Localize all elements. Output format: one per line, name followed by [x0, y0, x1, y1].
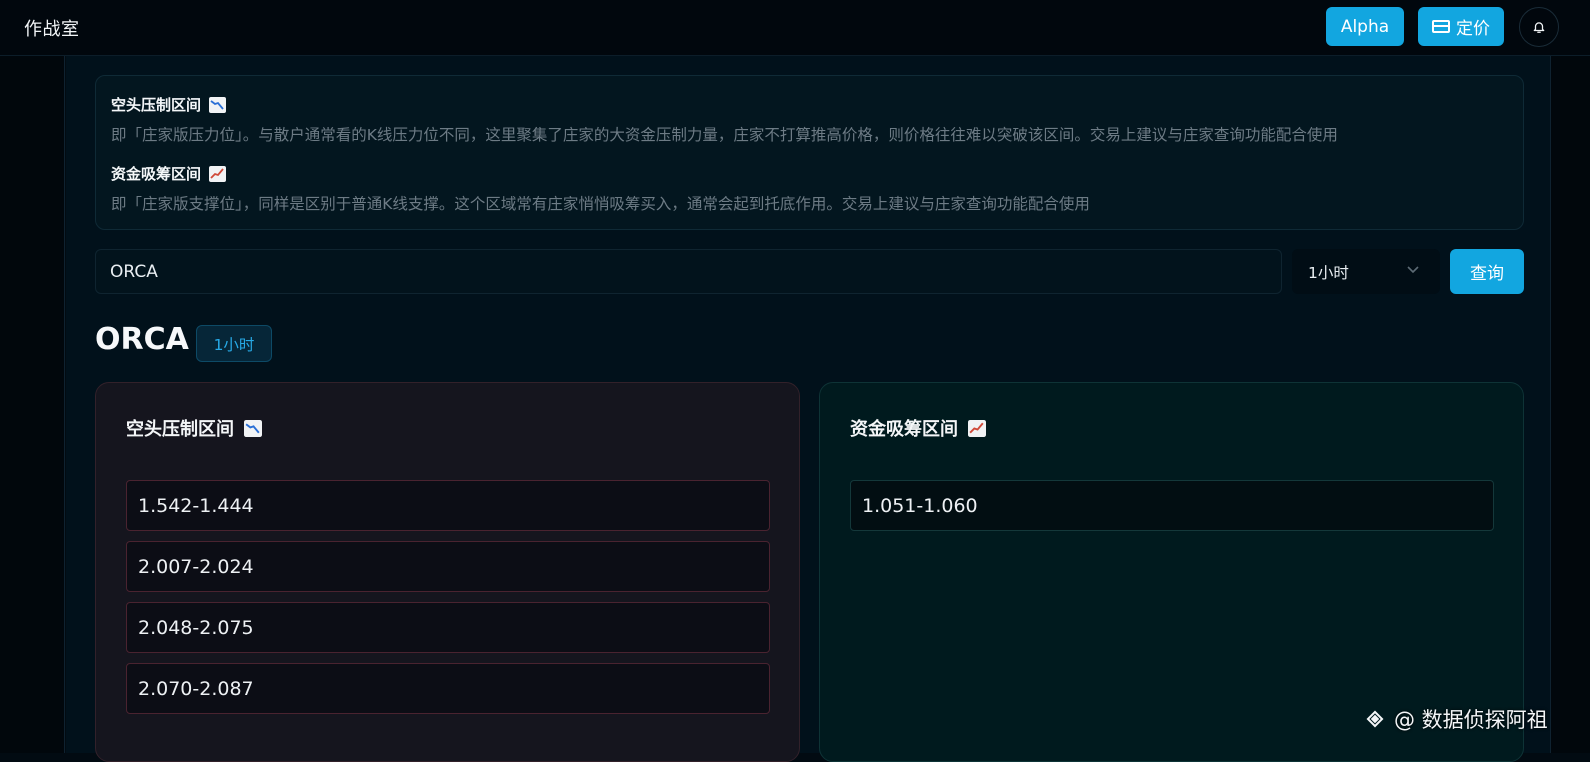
- query-button[interactable]: 查询: [1450, 249, 1524, 294]
- chart-decreasing-icon: [244, 419, 262, 437]
- result-symbol-title: ORCA: [95, 322, 189, 357]
- chart-increasing-icon: [968, 419, 986, 437]
- timeframe-badge: 1小时: [196, 325, 272, 362]
- short-zone-heading-text: 空头压制区间: [111, 96, 202, 114]
- chart-increasing-icon: [209, 165, 227, 182]
- alpha-button[interactable]: Alpha: [1326, 7, 1404, 46]
- timeframe-select[interactable]: 1小时: [1292, 249, 1440, 294]
- watermark: @ 数据侦探阿祖: [1362, 704, 1548, 734]
- short-zone-row: 2.007-2.024: [126, 541, 770, 592]
- long-zone-description: 即「庄家版支撑位」，同样是区别于普通K线支撑。这个区域常有庄家悄悄吸筹买入，通常…: [111, 195, 1090, 213]
- right-gutter: [1550, 56, 1590, 753]
- notification-button[interactable]: [1519, 7, 1559, 47]
- app-title: 作战室: [24, 19, 80, 40]
- pricing-button[interactable]: 定价: [1418, 7, 1504, 46]
- long-card-title: 资金吸筹区间: [850, 415, 986, 441]
- short-card-title-text: 空头压制区间: [126, 419, 234, 440]
- pricing-button-label: 定价: [1456, 19, 1490, 39]
- zone-explanation-panel: 空头压制区间 即「庄家版压力位」。与散户通常看的K线压力位不同，这里聚集了庄家的…: [95, 75, 1524, 230]
- short-zone-description: 即「庄家版压力位」。与散户通常看的K线压力位不同，这里聚集了庄家的大资金压制力量…: [111, 126, 1338, 144]
- long-zone-heading-text: 资金吸筹区间: [111, 165, 202, 183]
- bell-icon: [1533, 22, 1545, 33]
- diamond-logo-icon: [1366, 710, 1384, 728]
- long-zone-heading: 资金吸筹区间: [111, 163, 227, 184]
- chevron-down-icon: [1407, 266, 1419, 274]
- short-zone-row: 1.542-1.444: [126, 480, 770, 531]
- watermark-text: @ 数据侦探阿祖: [1394, 708, 1548, 732]
- credit-card-icon: [1432, 20, 1450, 33]
- timeframe-select-value: 1小时: [1308, 263, 1349, 282]
- short-zone-row: 2.070-2.087: [126, 663, 770, 714]
- short-card-title: 空头压制区间: [126, 415, 262, 441]
- symbol-input[interactable]: [95, 249, 1282, 294]
- short-zone-heading: 空头压制区间: [111, 94, 227, 115]
- long-zone-row: 1.051-1.060: [850, 480, 1494, 531]
- top-bar: 作战室 Alpha 定价: [0, 0, 1590, 56]
- long-card-title-text: 资金吸筹区间: [850, 419, 958, 440]
- chart-decreasing-icon: [209, 96, 227, 113]
- left-gutter: [0, 56, 65, 753]
- short-zone-row: 2.048-2.075: [126, 602, 770, 653]
- short-pressure-card: 空头压制区间 1.542-1.444 2.007-2.024 2.048-2.0…: [95, 382, 800, 762]
